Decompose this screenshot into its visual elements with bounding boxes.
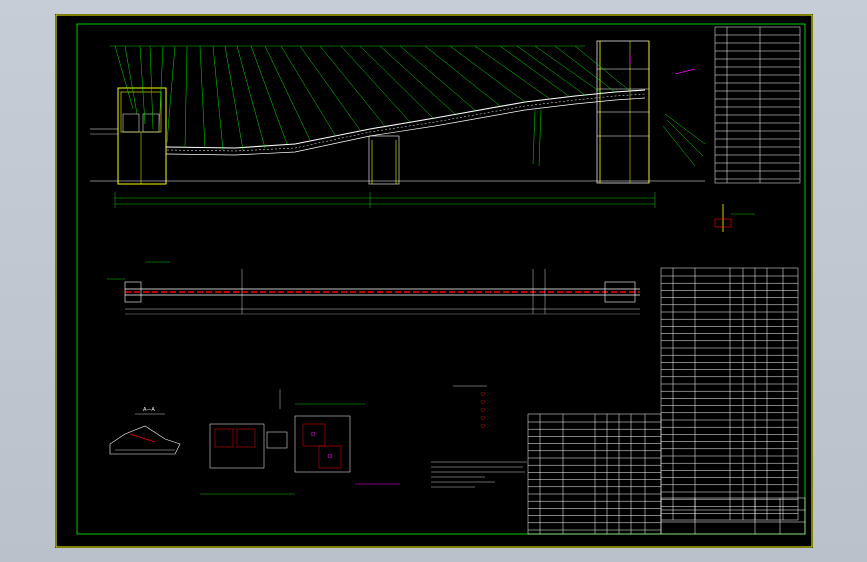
parts-list-right bbox=[660, 267, 799, 521]
plan-view bbox=[107, 261, 640, 315]
middle-support bbox=[368, 135, 400, 185]
cad-drawing: A—A bbox=[55, 14, 813, 548]
title-block bbox=[660, 497, 806, 535]
detail-views bbox=[200, 389, 400, 495]
parts-list-bottom bbox=[527, 413, 662, 535]
legend-block bbox=[431, 385, 527, 488]
head-hopper bbox=[120, 91, 162, 133]
small-detail-right bbox=[714, 204, 755, 232]
parts-list-top-right bbox=[714, 26, 801, 184]
elevation-view bbox=[90, 40, 706, 208]
drawing-sheet[interactable]: A—A bbox=[55, 14, 813, 548]
viewer-background: A—A bbox=[0, 0, 867, 562]
section-a-a: A—A bbox=[109, 407, 181, 455]
head-tower bbox=[117, 87, 167, 185]
section-label: A—A bbox=[143, 407, 155, 413]
inner-frame bbox=[76, 23, 806, 535]
